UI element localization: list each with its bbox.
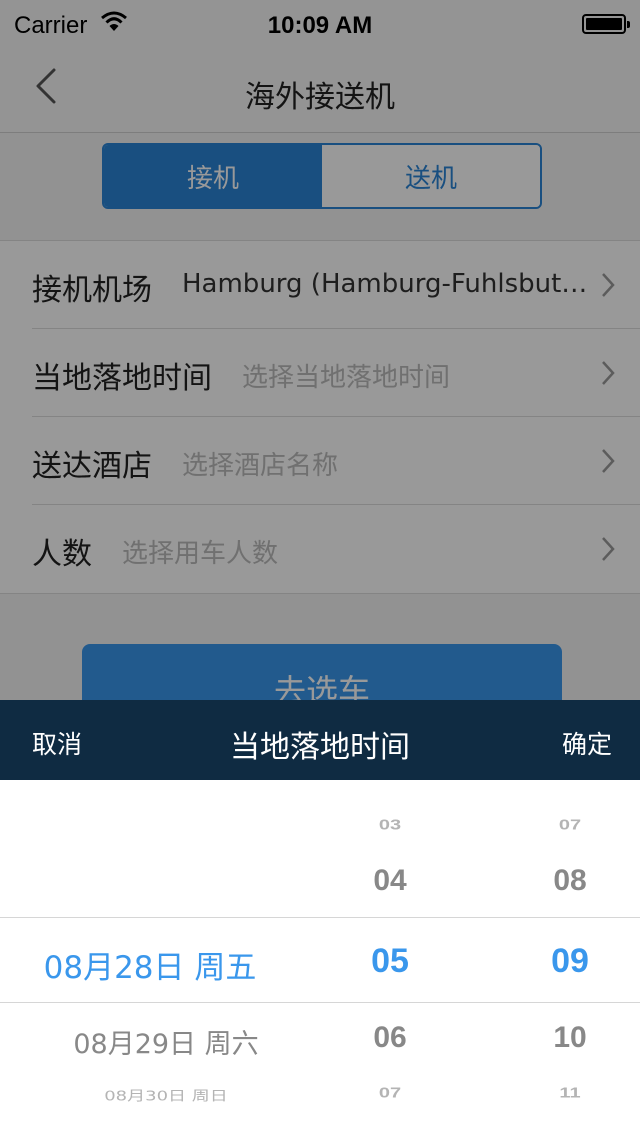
picker-minute-option[interactable]: 11 (530, 1085, 610, 1102)
modal-dim-overlay[interactable] (0, 0, 640, 700)
picker-date-option[interactable]: 08月29日 周六 (16, 1022, 316, 1061)
picker-date-option[interactable]: 08月30日 周日 (16, 1085, 316, 1105)
picker-hour-option[interactable]: 07 (350, 1085, 430, 1102)
picker-minute-option[interactable]: 08 (530, 864, 610, 898)
date-time-picker[interactable]: 08月28日 周五 08月29日 周六 08月30日 周日 03 04 05 0… (0, 780, 640, 1138)
picker-toolbar: 取消 当地落地时间 确定 (0, 700, 640, 780)
picker-confirm-button[interactable]: 确定 (562, 725, 612, 761)
picker-selection-bottom-line (0, 1002, 640, 1003)
picker-hour-option[interactable]: 03 (350, 817, 430, 834)
picker-date-selected[interactable]: 08月28日 周五 (0, 942, 300, 987)
picker-minute-selected[interactable]: 09 (530, 942, 610, 981)
picker-minute-option[interactable]: 07 (530, 817, 610, 834)
picker-hour-option[interactable]: 06 (350, 1021, 430, 1055)
screen: Carrier 10:09 AM 海外接送机 接机 送机 接机机场 Hambur… (0, 0, 640, 1138)
picker-selection-top-line (0, 917, 640, 918)
picker-title: 当地落地时间 (230, 730, 410, 765)
picker-hour-selected[interactable]: 05 (350, 942, 430, 981)
picker-hour-option[interactable]: 04 (350, 864, 430, 898)
picker-minute-option[interactable]: 10 (530, 1021, 610, 1055)
